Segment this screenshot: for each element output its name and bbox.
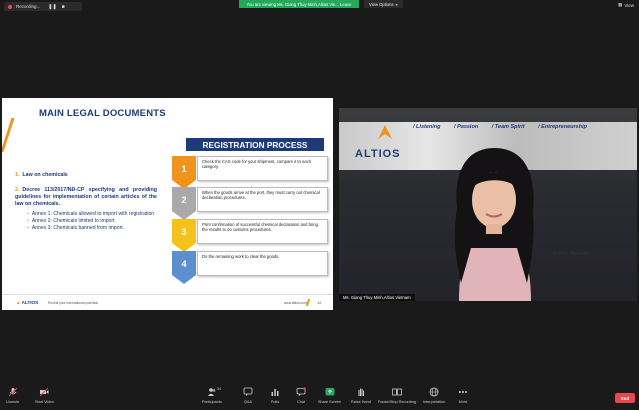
- participant-count: 34: [217, 387, 221, 391]
- slide-accent-stroke: [2, 118, 15, 152]
- annex-item: ▪ Annex 3: Chemicals banned from import.: [27, 225, 125, 232]
- record-dot-icon: [8, 4, 12, 9]
- stop-recording-icon[interactable]: ■: [62, 4, 65, 10]
- pause-stop-recording-button[interactable]: Pause/Stop Recording: [378, 387, 416, 404]
- list-item: 1. Law on chemicals: [15, 172, 157, 179]
- step-text: Do the remaining work to clear the goods…: [197, 251, 328, 276]
- city-text: h City, Vietnam: [553, 251, 589, 257]
- toolbar-label: Raise Hand: [351, 400, 371, 404]
- raise-hand-button[interactable]: Raise Hand: [351, 387, 371, 404]
- step-text: Print confirmation of successful chemica…: [197, 219, 328, 244]
- toolbar-label: Share Screen: [318, 400, 342, 404]
- recording-label: Recording...: [16, 4, 41, 9]
- qa-icon: [243, 387, 253, 396]
- shared-slide: MAIN LEGAL DOCUMENTS 1. Law on chemicals …: [2, 98, 333, 310]
- annex-list: ▪ Annex 1: Chemicals allowed to import wi…: [15, 211, 157, 232]
- microphone-muted-icon: [8, 387, 17, 397]
- footer-tagline: Reveal your international potential: [48, 301, 98, 305]
- speaker-portrait: [454, 148, 534, 301]
- toolbar-label: Chat: [296, 400, 306, 404]
- start-video-button[interactable]: Start Video: [35, 387, 54, 404]
- view-label: View: [624, 2, 634, 8]
- step-text: Check the CAS code for your shipment, co…: [197, 156, 328, 181]
- altios-logo: ▲ ALTIOS: [16, 300, 39, 305]
- registration-process-title: REGISTRATION PROCESS: [186, 138, 324, 151]
- annex-item: ▪ Annex 1: Chemicals allowed to import wi…: [27, 210, 155, 217]
- toolbar-label: Start Video: [35, 400, 54, 404]
- process-step: 1 Check the CAS code for your shipment, …: [172, 156, 330, 189]
- grid-icon: ▦: [618, 2, 623, 7]
- unmute-button[interactable]: Unmute: [6, 387, 19, 404]
- toolbar-label: Interpretation: [423, 400, 446, 404]
- list-text: Law on chemicals: [22, 172, 68, 178]
- chevron-down-icon: ▾: [395, 1, 398, 7]
- end-button[interactable]: End: [615, 393, 635, 403]
- company-values: / Listening / Passion / Team Spirit / En…: [413, 124, 599, 130]
- view-options-button[interactable]: View Options ▾: [364, 0, 403, 8]
- meeting-top-bar: Recording... ❚❚ ■ You are viewing Ms. Gi…: [0, 0, 639, 12]
- share-screen-icon: [325, 388, 335, 396]
- annex-item: ▪ Annex 2: Chemicals limited to import.: [27, 217, 116, 224]
- participant-name: Ms. Giang Thuy Minh,Altios Vietnam: [339, 294, 415, 301]
- list-number: 1.: [15, 172, 20, 178]
- interpretation-button[interactable]: Interpretation: [423, 387, 445, 404]
- more-button[interactable]: More: [458, 387, 468, 404]
- step-number: 1: [181, 164, 187, 174]
- pause-recording-icon: [392, 388, 402, 396]
- value-text: / Entrepreneurship: [538, 124, 587, 130]
- list-text: Decree 113/2017/NĐ-CP specifying and pro…: [15, 187, 157, 208]
- qa-button[interactable]: Q&A: [243, 387, 253, 404]
- toolbar-label: More: [458, 400, 468, 404]
- view-options-label: View Options: [369, 1, 394, 7]
- step-number: 2: [181, 195, 187, 205]
- value-text: / Team Spirit: [491, 124, 525, 130]
- step-text: When the goods arrive at the port, they …: [197, 187, 328, 212]
- video-logo: ALTIOS: [355, 148, 401, 160]
- process-step: 2 When the goods arrive at the port, the…: [172, 187, 330, 220]
- pause-recording-icon[interactable]: ❚❚: [48, 4, 56, 10]
- toolbar-label: Q&A: [243, 400, 253, 404]
- recording-indicator: Recording... ❚❚ ■: [4, 2, 82, 11]
- globe-icon: [429, 387, 439, 397]
- toolbar-label: Pause/Stop Recording: [378, 400, 416, 404]
- view-button[interactable]: ▦ View: [618, 2, 634, 8]
- participants-icon: [207, 388, 216, 396]
- step-number: 4: [181, 259, 187, 269]
- slide-footer: ▲ ALTIOS Reveal your international poten…: [2, 294, 333, 310]
- more-icon: [459, 391, 467, 393]
- toolbar-label: Unmute: [6, 400, 20, 404]
- video-off-icon: [40, 387, 49, 397]
- polls-button[interactable]: Polls: [270, 387, 280, 404]
- altios-logo-icon: [378, 125, 392, 139]
- polls-icon: [271, 389, 279, 396]
- value-text: / Listening: [413, 124, 441, 130]
- toolbar-label: Participants: [202, 400, 222, 404]
- legal-documents-list: 1. Law on chemicals 2. Decree 113/2017/NĐ-…: [15, 172, 157, 240]
- value-text: / Passion: [454, 124, 479, 130]
- step-number: 3: [181, 227, 187, 237]
- speaker-video[interactable]: ALTIOS / Listening / Passion / Team Spir…: [339, 108, 637, 301]
- viewing-banner[interactable]: You are viewing Ms. Giang Thuy Minh,Alti…: [239, 0, 359, 8]
- list-number: 2.: [15, 187, 20, 194]
- toolbar-label: Polls: [270, 400, 280, 404]
- share-screen-button[interactable]: Share Screen: [318, 387, 341, 404]
- meeting-toolbar: Unmute Start Video Participants 34 Q&A P…: [0, 384, 639, 410]
- footer-url: www.altios.com: [284, 301, 307, 305]
- process-step: 4 Do the remaining work to clear the goo…: [172, 251, 330, 284]
- slide-page-number: 12: [317, 300, 322, 305]
- chat-icon: [296, 387, 306, 397]
- raise-hand-icon: [358, 388, 364, 396]
- list-item: 2. Decree 113/2017/NĐ-CP specifying and p…: [15, 187, 157, 232]
- chat-button[interactable]: Chat: [296, 387, 306, 404]
- slide-title: MAIN LEGAL DOCUMENTS: [39, 108, 166, 119]
- process-step: 3 Print confirmation of successful chemi…: [172, 219, 330, 252]
